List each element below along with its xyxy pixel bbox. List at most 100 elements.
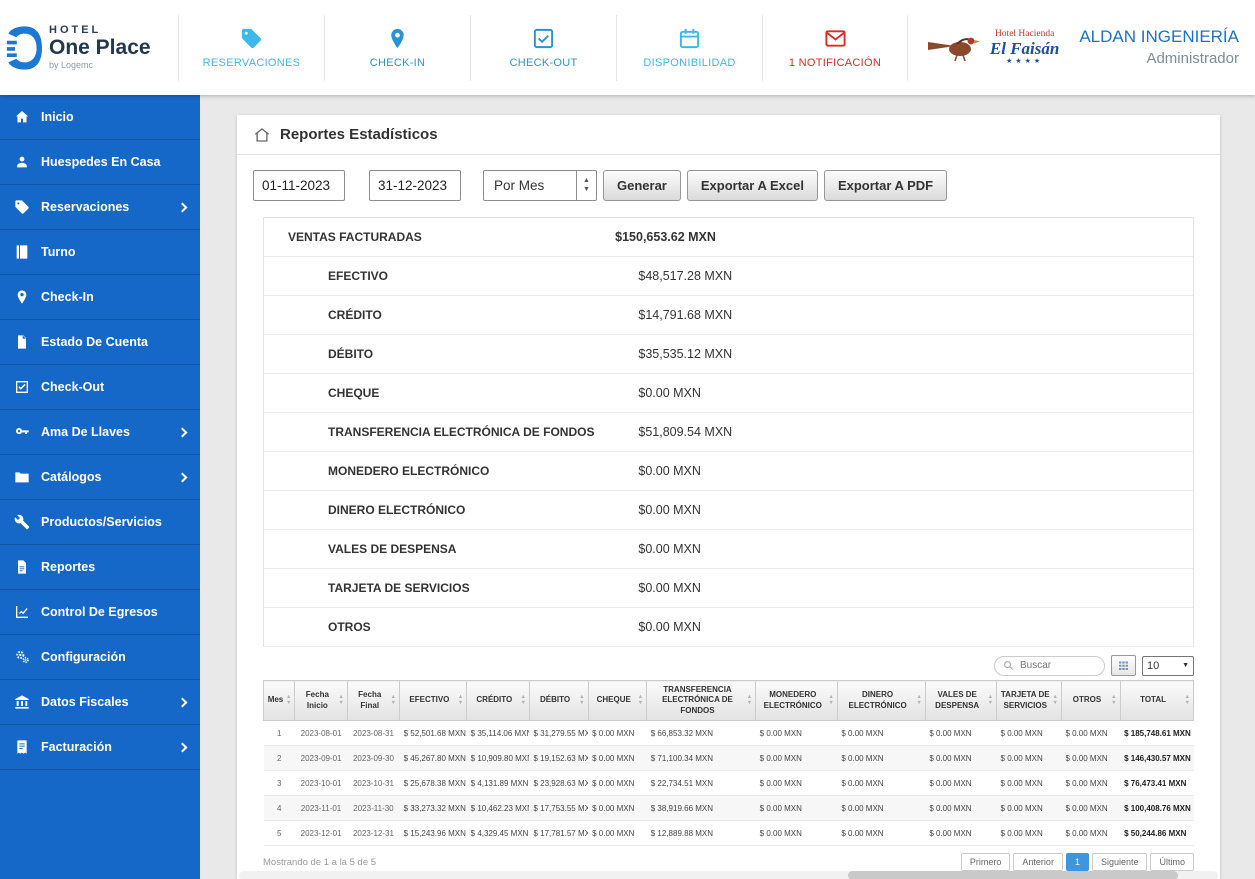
sort-icon[interactable]: ▲ ▼ [1052,695,1057,706]
sidebar-item-reportes[interactable]: Reportes [0,545,200,590]
column-header-label: MONEDERO ELECTRÓNICO [763,690,822,710]
file-icon [18,560,26,574]
sidebar-item-ama-de-llaves[interactable]: Ama De Llaves [0,410,200,455]
column-header[interactable]: VALES DE DESPENSA ▲ ▼ [924,679,998,722]
sidebar-item-label: Datos Fiscales [41,695,129,709]
sidebar-item-facturacion[interactable]: Facturación [0,725,200,770]
sidebar-item-catalogos[interactable]: Catálogos [0,455,200,500]
pagination-page-1-button[interactable]: 1 [1065,853,1089,872]
table-cell: $ 0.00 MXN [588,745,647,772]
generar-button[interactable]: Generar [603,170,681,201]
scrollbar-thumb[interactable] [848,871,1178,879]
column-header[interactable]: DINERO ELECTRÓNICO ▲ ▼ [836,679,926,722]
sidebar-item-check-in[interactable]: Check-In [0,275,200,320]
table-cell: $ 0.00 MXN [588,795,647,822]
date-to-input[interactable] [369,170,461,201]
summary-row: MONEDERO ELECTRÓNICO $0.00 MXN [264,452,1193,491]
table-row[interactable]: 4 2023-11-01 2023-11-30 $ 33,273.32 MXN $ 10… [263,795,1194,822]
table-row[interactable]: 3 2023-10-01 2023-10-31 $ 25,678.38 MXN $ 4,… [263,770,1194,797]
sidebar-item-turno[interactable]: Turno [0,230,200,275]
nav-check-in[interactable]: CHECK-IN [324,14,470,81]
sidebar-item-control-de-egresos[interactable]: Control De Egresos [0,590,200,635]
nav-label: RESERVACIONES [202,56,301,69]
sort-icon[interactable]: ▲ ▼ [747,695,752,706]
column-header-label: DÉBITO [540,695,571,705]
sidebar-item-huespedes-en-casa[interactable]: Huespedes En Casa [0,140,200,185]
column-header[interactable]: Fecha Final ▲ ▼ [346,679,401,722]
table-cell: $ 19,152.63 MXN [529,745,589,772]
sort-icon[interactable]: ▲ ▼ [828,695,833,706]
nav-check-out[interactable]: CHECK-OUT [470,14,616,81]
date-from-input[interactable] [253,170,345,201]
app-logo[interactable]: HOTEL One Place by Logemc [0,24,178,71]
pagination-last-button[interactable]: Último [1150,853,1194,872]
summary-label: OTROS [328,620,371,634]
column-header[interactable]: CRÉDITO ▲ ▼ [466,679,530,722]
summary-label: DÉBITO [328,347,374,361]
sort-icon[interactable]: ▲ ▼ [458,695,463,706]
sort-icon[interactable]: ▲ ▼ [1111,695,1116,706]
group-by-select[interactable]: Por Mes ▲ ▼ [483,170,597,201]
column-header[interactable]: EFECTIVO ▲ ▼ [399,679,468,722]
table-cell: 2023-11-30 [347,795,400,822]
sort-icon[interactable]: ▲ ▼ [286,695,291,706]
column-header-label: DINERO ELECTRÓNICO [848,690,907,710]
summary-value: $150,653.62 MXN [615,230,716,244]
pagination-next-button[interactable]: Siguiente [1091,853,1148,872]
summary-row: CRÉDITO $14,791.68 MXN [264,296,1193,335]
pagination-prev-button[interactable]: Anterior [1013,853,1063,872]
table-row[interactable]: 1 2023-08-01 2023-08-31 $ 52,501.68 MXN $ 35… [263,720,1194,747]
logo-by-text: by Logemc [49,59,94,70]
sidebar-item-configuracion[interactable]: Configuración [0,635,200,680]
table-cell: $ 50,244.86 MXN [1120,820,1194,847]
pagination-first-button[interactable]: Primero [960,853,1011,872]
sort-icon[interactable]: ▲ ▼ [988,695,993,706]
sort-icon[interactable]: ▲ ▼ [391,695,396,706]
column-header[interactable]: TRANSFERENCIA ELECTRÓNICA DE FONDOS ▲ ▼ [646,679,757,722]
sort-icon[interactable]: ▲ ▼ [638,695,643,706]
sidebar-item-inicio[interactable]: Inicio [0,95,200,140]
exportar-excel-button[interactable]: Exportar A Excel [686,170,818,201]
exportar-pdf-button[interactable]: Exportar A PDF [823,170,948,201]
select-stepper-icon[interactable]: ▲ ▼ [576,171,596,200]
table-row[interactable]: 2 2023-09-01 2023-09-30 $ 45,267.80 MXN $ 10… [263,745,1194,772]
columns-toggle-button[interactable] [1111,655,1136,676]
sidebar-item-estado-de-cuenta[interactable]: Estado De Cuenta [0,320,200,365]
column-header[interactable]: TOTAL ▲ ▼ [1119,679,1195,722]
column-header-label: Fecha Inicio [305,690,329,710]
sort-icon[interactable]: ▲ ▼ [338,695,343,706]
sort-icon[interactable]: ▲ ▼ [521,695,526,706]
sidebar-item-check-out[interactable]: Check-Out [0,365,200,410]
column-header[interactable]: Mes ▲ ▼ [262,679,296,722]
horizontal-scrollbar[interactable] [239,871,1218,879]
document-icon [18,335,26,349]
table-cell: 2023-10-31 [347,770,400,797]
sidebar-item-datos-fiscales[interactable]: Datos Fiscales [0,680,200,725]
sidebar-item-productos-servicios[interactable]: Productos/Servicios [0,500,200,545]
sidebar-item-reservaciones[interactable]: Reservaciones [0,185,200,230]
chart-icon [16,606,28,618]
column-header[interactable]: TARJETA DE SERVICIOS ▲ ▼ [996,679,1062,722]
column-header[interactable]: MONEDERO ELECTRÓNICO ▲ ▼ [755,679,838,722]
nav-reservaciones[interactable]: RESERVACIONES [178,14,324,81]
pin-icon [17,290,27,304]
column-header[interactable]: OTROS ▲ ▼ [1060,679,1121,722]
sort-icon[interactable]: ▲ ▼ [1185,695,1190,706]
table-cell: $ 25,678.38 MXN [399,770,467,797]
table-row[interactable]: 5 2023-12-01 2023-12-31 $ 15,243.96 MXN $ 4,… [263,820,1194,847]
sort-icon[interactable]: ▲ ▼ [916,695,921,706]
column-header-label: CHEQUE [596,695,631,705]
column-header[interactable]: DÉBITO ▲ ▼ [528,679,589,722]
report-card: Reportes Estadísticos Por Mes ▲▼ Generar… [237,115,1220,879]
table-cell: $ 0.00 MXN [837,770,926,797]
column-header[interactable]: CHEQUE ▲ ▼ [587,679,648,722]
search-input[interactable] [1018,659,1096,672]
column-header[interactable]: Fecha Inicio ▲ ▼ [294,679,348,722]
table-search[interactable] [994,655,1105,676]
sort-icon[interactable]: ▲ ▼ [579,695,584,706]
summary-row: OTROS $0.00 MXN [264,608,1193,647]
nav-disponibilidad[interactable]: DISPONIBILIDAD [616,14,762,81]
table-cell: $ 0.00 MXN [925,770,997,797]
page-size-select[interactable]: 10 ▼ [1142,655,1194,676]
nav-notificacion[interactable]: 1 NOTIFICACIÓN [762,14,908,81]
